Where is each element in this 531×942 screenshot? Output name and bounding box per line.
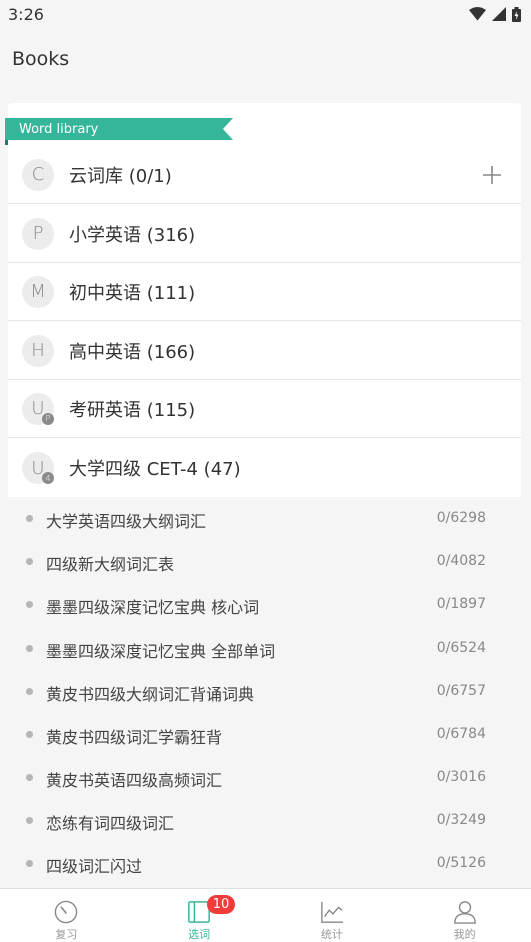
word-list-name: 黄皮书四级词汇学霸狂背 xyxy=(46,728,223,747)
library-label: 初中英语 (111) xyxy=(69,282,196,304)
battery-icon xyxy=(512,6,521,22)
bullet-icon xyxy=(26,645,33,652)
word-list-name: 四级词汇闪过 xyxy=(46,857,143,876)
nav-statistics[interactable]: 统计 xyxy=(266,889,399,942)
library-row-cloud[interactable]: C 云词库 (0/1) xyxy=(8,146,521,204)
library-avatar: P xyxy=(22,217,54,250)
signal-icon xyxy=(492,7,506,21)
nav-review[interactable]: 复习 xyxy=(0,889,133,942)
library-avatar: C xyxy=(22,158,54,191)
avatar-letter: H xyxy=(31,340,45,361)
ribbon-fold xyxy=(5,140,8,145)
nav-label: 统计 xyxy=(320,928,343,941)
word-list-name: 墨墨四级深度记忆宝典 核心词 xyxy=(46,598,260,617)
library-label: 考研英语 (115) xyxy=(69,399,196,421)
avatar-letter: P xyxy=(32,223,44,244)
nav-label: 选词 xyxy=(188,928,211,941)
word-list-item[interactable]: 黄皮书四级大纲词汇背诵词典 0/6757 xyxy=(0,670,531,713)
avatar-letter: M xyxy=(30,281,46,302)
nav-select-words[interactable]: 选词 10 xyxy=(133,889,266,942)
bullet-icon xyxy=(26,731,33,738)
word-list-name: 墨墨四级深度记忆宝典 全部单词 xyxy=(46,642,276,661)
status-time: 3:26 xyxy=(8,4,44,24)
library-label: 小学英语 (316) xyxy=(69,224,196,246)
library-avatar: U P xyxy=(22,392,54,425)
bullet-icon xyxy=(26,601,33,608)
bullet-icon xyxy=(26,688,33,695)
word-list-item[interactable]: 黄皮书英语四级高频词汇 0/3016 xyxy=(0,756,531,799)
notification-badge: 10 xyxy=(206,895,236,914)
bullet-icon xyxy=(26,558,33,565)
word-list-count: 0/3016 xyxy=(436,769,486,785)
word-list-item[interactable]: 四级新大纲词汇表 0/4082 xyxy=(0,540,531,583)
word-list-count: 0/4082 xyxy=(436,553,486,569)
word-list-count: 0/5126 xyxy=(436,855,486,871)
word-list-item[interactable]: 大学英语四级大纲词汇 0/6298 xyxy=(0,497,531,540)
wifi-icon xyxy=(469,7,486,21)
library-row-middle[interactable]: M 初中英语 (111) xyxy=(8,263,521,321)
status-icons xyxy=(469,6,521,22)
word-list-name: 大学英语四级大纲词汇 xyxy=(46,512,207,531)
word-list-item[interactable]: 墨墨四级深度记忆宝典 全部单词 0/6524 xyxy=(0,627,531,670)
word-list-item[interactable]: 恋练有词四级词汇 0/3249 xyxy=(0,799,531,842)
bottom-nav: 复习 选词 10 统计 我的 xyxy=(0,888,531,942)
word-library-ribbon: Word library xyxy=(5,118,233,140)
word-list-name: 恋练有词四级词汇 xyxy=(46,814,175,833)
review-gauge-icon xyxy=(55,900,78,924)
word-list-item[interactable]: 黄皮书四级词汇学霸狂背 0/6784 xyxy=(0,713,531,756)
chart-icon xyxy=(321,901,343,923)
library-row-postgraduate[interactable]: U P 考研英语 (115) xyxy=(8,380,521,438)
status-bar: 3:26 xyxy=(0,0,531,28)
library-row-cet4[interactable]: U 4 大学四级 CET-4 (47) xyxy=(8,439,521,497)
word-list-count: 0/3249 xyxy=(436,812,486,828)
word-list-name: 四级新大纲词汇表 xyxy=(46,555,175,574)
library-badge: 4 xyxy=(42,472,54,484)
plus-icon[interactable] xyxy=(482,165,502,185)
word-list-count: 0/1897 xyxy=(436,596,486,612)
library-badge: P xyxy=(42,412,54,425)
library-avatar: U 4 xyxy=(22,452,54,484)
page-title: Books xyxy=(12,48,70,70)
library-row-primary[interactable]: P 小学英语 (316) xyxy=(8,205,521,263)
person-icon xyxy=(453,901,476,924)
nav-label: 复习 xyxy=(55,928,78,941)
bullet-icon xyxy=(26,774,33,781)
library-row-high[interactable]: H 高中英语 (166) xyxy=(8,322,521,380)
library-label: 大学四级 CET-4 (47) xyxy=(69,459,241,480)
word-list-item[interactable]: 四级词汇闪过 0/5126 xyxy=(0,842,531,885)
library-label: 云词库 (0/1) xyxy=(69,165,172,187)
word-list-count: 0/6757 xyxy=(436,683,486,699)
library-avatar: H xyxy=(22,334,54,367)
avatar-letter: C xyxy=(31,164,45,185)
word-list-name: 黄皮书四级大纲词汇背诵词典 xyxy=(46,685,255,704)
bullet-icon xyxy=(26,515,33,522)
nav-label: 我的 xyxy=(453,928,476,941)
ribbon-label: Word library xyxy=(19,121,99,137)
library-label: 高中英语 (166) xyxy=(69,341,196,363)
word-list-count: 0/6784 xyxy=(436,726,486,742)
bullet-icon xyxy=(26,817,33,824)
word-list-count: 0/6298 xyxy=(436,510,486,526)
word-list-name: 黄皮书英语四级高频词汇 xyxy=(46,771,223,790)
bullet-icon xyxy=(26,860,33,867)
nav-mine[interactable]: 我的 xyxy=(398,889,531,942)
word-list-item[interactable]: 墨墨四级深度记忆宝典 核心词 0/1897 xyxy=(0,583,531,626)
library-avatar: M xyxy=(22,275,54,308)
word-list-count: 0/6524 xyxy=(436,640,486,656)
